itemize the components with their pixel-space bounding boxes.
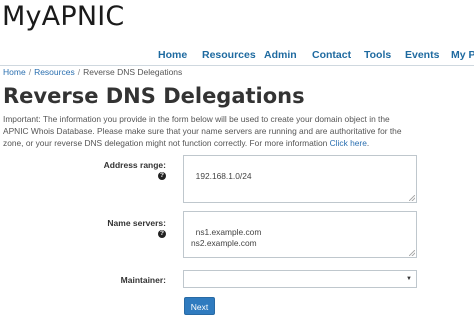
breadcrumb-home[interactable]: Home bbox=[3, 67, 26, 77]
nav-contact[interactable]: Contact bbox=[312, 49, 351, 61]
resize-grip-icon[interactable] bbox=[409, 250, 415, 256]
page-title: Reverse DNS Delegations bbox=[3, 84, 305, 108]
intro-click-here-link[interactable]: Click here bbox=[330, 138, 367, 148]
maintainer-label: Maintainer: bbox=[120, 275, 166, 285]
nav-my-profile[interactable]: My P bbox=[451, 49, 474, 61]
intro-end: . bbox=[366, 138, 370, 148]
name-servers-input[interactable]: ns1.example.com ns2.example.com bbox=[183, 211, 417, 258]
next-button[interactable]: Next bbox=[184, 297, 215, 315]
nav-resources[interactable]: Resources bbox=[202, 49, 256, 61]
help-icon[interactable]: ? bbox=[158, 230, 166, 238]
nav-events[interactable]: Events bbox=[405, 49, 439, 61]
name-servers-value: ns1.example.com ns2.example.com bbox=[191, 227, 262, 248]
nav-home[interactable]: Home bbox=[158, 49, 187, 61]
nav-tools[interactable]: Tools bbox=[364, 49, 391, 61]
name-servers-label: Name servers: bbox=[107, 218, 166, 228]
nav-admin[interactable]: Admin bbox=[264, 49, 297, 61]
chevron-down-icon: ▼ bbox=[406, 276, 412, 282]
breadcrumb-separator: / bbox=[28, 67, 32, 77]
breadcrumb-resources[interactable]: Resources bbox=[34, 67, 75, 77]
breadcrumb: Home / Resources / Reverse DNS Delegations bbox=[3, 67, 182, 77]
maintainer-select[interactable]: ▼ bbox=[183, 270, 417, 288]
help-icon[interactable]: ? bbox=[158, 172, 166, 180]
address-range-value: 192.168.1.0/24 bbox=[195, 171, 252, 181]
address-range-label: Address range: bbox=[103, 160, 166, 170]
address-range-input[interactable]: 192.168.1.0/24 bbox=[183, 155, 417, 203]
intro-text: Important: The information you provide i… bbox=[3, 113, 411, 149]
main-nav: Home Resources Admin Contact Tools Event… bbox=[0, 47, 474, 66]
resize-grip-icon[interactable] bbox=[409, 195, 415, 201]
myapnic-logo[interactable]: MyAPNIC bbox=[2, 1, 124, 32]
breadcrumb-separator: / bbox=[77, 67, 81, 77]
breadcrumb-current: Reverse DNS Delegations bbox=[83, 67, 183, 77]
